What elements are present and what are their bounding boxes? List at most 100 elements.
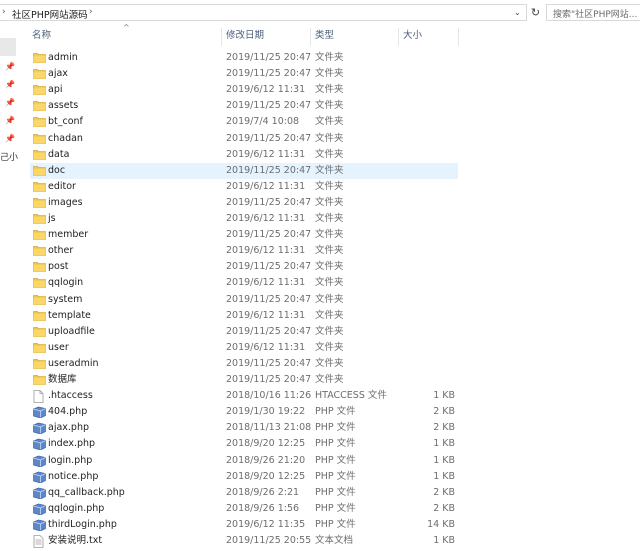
file-row[interactable]: user 2019/6/12 11:31 文件夹 [30,340,458,356]
address-bar-row: › 社区PHP网站源码 › ⌄ ↻ 搜索"社区PHP网站... [0,0,640,26]
file-name: ajax.php [48,422,90,434]
file-modified-date: 2018/9/26 21:20 [226,454,306,466]
file-row[interactable]: 安装说明.txt 2019/11/25 20:55 文本文档 1 KB [30,533,458,549]
file-row[interactable]: .htaccess 2018/10/16 11:26 HTACCESS 文件 1 KB [30,388,458,404]
folder-icon [33,149,46,163]
file-modified-date: 2019/11/25 20:47 [226,68,312,80]
column-divider[interactable] [310,28,311,46]
folder-icon [33,358,46,372]
file-row[interactable]: index.php 2018/9/20 12:25 PHP 文件 1 KB [30,436,458,452]
file-row[interactable]: other 2019/6/12 11:31 文件夹 [30,243,458,259]
file-modified-date: 2019/6/12 11:31 [226,309,306,321]
file-name: api [48,84,63,96]
column-header-row: ^ 名称 修改日期 类型 大小 [22,23,640,46]
file-row[interactable]: qqlogin 2019/6/12 11:31 文件夹 [30,275,458,291]
file-name: system [48,293,83,305]
pin-icon: 📌 [5,134,15,143]
file-row[interactable]: chadan 2019/11/25 20:47 文件夹 [30,131,458,147]
file-row[interactable]: data 2019/6/12 11:31 文件夹 [30,147,458,163]
folder-icon [33,84,46,98]
text-file-icon [33,535,44,551]
search-input[interactable]: 搜索"社区PHP网站... [546,4,640,21]
file-type: 文件夹 [315,148,344,160]
file-row[interactable]: qq_callback.php 2018/9/26 2:21 PHP 文件 2 KB [30,485,458,501]
file-row[interactable]: notice.php 2018/9/20 12:25 PHP 文件 1 KB [30,469,458,485]
column-divider[interactable] [221,28,222,46]
file-name: qqlogin [48,277,84,289]
file-modified-date: 2019/6/12 11:35 [226,518,306,530]
navigation-pane: 📌 📌 📌 📌 📌 己小 [0,26,20,545]
file-row[interactable]: useradmin 2019/11/25 20:47 文件夹 [30,356,458,372]
file-name: qq_callback.php [48,486,125,498]
file-modified-date: 2019/11/25 20:47 [226,132,312,144]
file-type: 文本文档 [315,535,354,546]
nav-item-label[interactable]: 己小 [0,150,18,163]
file-row[interactable]: 404.php 2019/1/30 19:22 PHP 文件 2 KB [30,404,458,420]
column-divider[interactable] [398,28,399,46]
column-divider[interactable] [458,28,459,46]
file-name: ajax [48,68,68,80]
address-dropdown-icon[interactable]: ⌄ [514,8,521,17]
file-row[interactable]: editor 2019/6/12 11:31 文件夹 [30,179,458,195]
folder-icon [33,165,46,179]
file-type: PHP 文件 [315,502,356,514]
file-modified-date: 2019/11/25 20:47 [226,261,312,273]
address-bar[interactable]: › 社区PHP网站源码 › ⌄ [0,4,527,21]
file-row[interactable]: doc 2019/11/25 20:47 文件夹 [30,162,458,179]
breadcrumb-separator[interactable]: › [2,7,6,17]
breadcrumb-current-folder[interactable]: 社区PHP网站源码 [12,7,88,21]
file-row[interactable]: qqlogin.php 2018/9/26 1:56 PHP 文件 2 KB [30,501,458,517]
file-row[interactable]: api 2019/6/12 11:31 文件夹 [30,82,458,98]
file-type: PHP 文件 [315,454,356,466]
breadcrumb-separator[interactable]: › [89,7,93,17]
column-header-date[interactable]: 修改日期 [226,26,264,46]
file-row[interactable]: member 2019/11/25 20:47 文件夹 [30,227,458,243]
file-name: notice.php [48,470,99,482]
php-file-icon [33,519,46,534]
file-name: user [48,341,69,353]
file-row[interactable]: ajax.php 2018/11/13 21:08 PHP 文件 2 KB [30,420,458,436]
file-name: template [48,309,91,321]
column-header-name[interactable]: 名称 [32,26,51,46]
file-row[interactable]: system 2019/11/25 20:47 文件夹 [30,292,458,308]
file-name: data [48,148,70,160]
file-type: 文件夹 [315,132,344,144]
file-name: js [48,213,56,224]
file-row[interactable]: login.php 2018/9/26 21:20 PHP 文件 1 KB [30,453,458,469]
file-name: assets [48,100,79,112]
file-row[interactable]: 数据库 2019/11/25 20:47 文件夹 [30,372,458,388]
file-row[interactable]: assets 2019/11/25 20:47 文件夹 [30,98,458,114]
pin-icon: 📌 [5,116,15,125]
file-modified-date: 2019/11/25 20:55 [226,535,312,546]
file-modified-date: 2018/9/26 2:21 [226,486,300,498]
file-modified-date: 2019/6/12 11:31 [226,148,306,160]
file-row[interactable]: post 2019/11/25 20:47 文件夹 [30,259,458,275]
file-type: PHP 文件 [315,438,356,450]
file-row[interactable]: js 2019/6/12 11:31 文件夹 [30,211,458,227]
file-row[interactable]: template 2019/6/12 11:31 文件夹 [30,308,458,324]
pin-icon: 📌 [5,80,15,89]
file-modified-date: 2019/6/12 11:31 [226,180,306,192]
file-size: 2 KB [433,406,455,418]
folder-icon [33,100,46,114]
file-modified-date: 2019/11/25 20:47 [226,293,312,305]
file-type: 文件夹 [315,68,344,80]
file-modified-date: 2019/11/25 20:47 [226,229,312,241]
refresh-button[interactable]: ↻ [528,4,543,21]
php-file-icon [33,503,46,518]
file-modified-date: 2019/6/12 11:31 [226,245,306,257]
file-modified-date: 2019/6/12 11:31 [226,84,306,96]
column-header-size[interactable]: 大小 [403,26,422,46]
folder-icon [33,294,46,308]
column-header-type[interactable]: 类型 [315,26,334,46]
file-type: PHP 文件 [315,486,356,498]
file-modified-date: 2019/11/25 20:47 [226,374,312,385]
file-row[interactable]: ajax 2019/11/25 20:47 文件夹 [30,66,458,82]
file-row[interactable]: thirdLogin.php 2019/6/12 11:35 PHP 文件 14 KB [30,517,458,533]
file-type: PHP 文件 [315,470,356,482]
file-row[interactable]: uploadfile 2019/11/25 20:47 文件夹 [30,324,458,340]
file-row[interactable]: images 2019/11/25 20:47 文件夹 [30,195,458,211]
file-row[interactable]: bt_conf 2019/7/4 10:08 文件夹 [30,114,458,130]
file-row[interactable]: admin 2019/11/25 20:47 文件夹 [30,50,458,66]
nav-selected-item[interactable] [0,38,16,56]
